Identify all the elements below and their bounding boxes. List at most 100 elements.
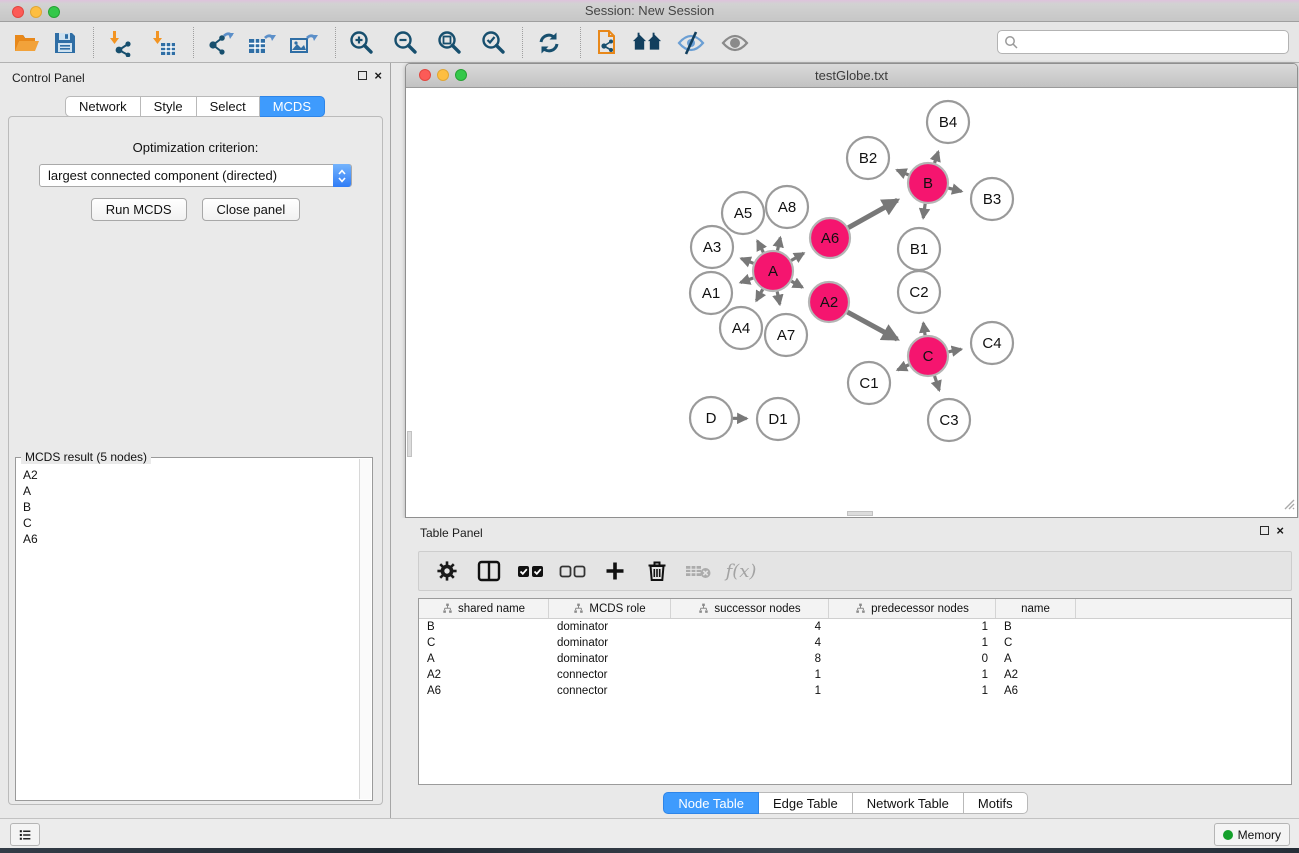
delete-table-icon[interactable] <box>685 560 713 582</box>
hide-graphics-details-icon[interactable] <box>676 29 706 57</box>
graph-edge-A-A5[interactable] <box>757 241 763 253</box>
graph-node-B2[interactable]: B2 <box>847 137 889 179</box>
unselect-all-columns-icon[interactable] <box>559 559 587 583</box>
graph-node-D1[interactable]: D1 <box>757 398 799 440</box>
graph-node-D[interactable]: D <box>690 397 732 439</box>
graph-edge-A-A1[interactable] <box>741 278 754 283</box>
float-panel-icon[interactable] <box>358 71 367 80</box>
graph-node-B4[interactable]: B4 <box>927 101 969 143</box>
export-table-icon[interactable] <box>247 29 277 57</box>
graph-node-C4[interactable]: C4 <box>971 322 1013 364</box>
zoom-selected-icon[interactable] <box>478 29 508 57</box>
table-cell[interactable]: A2 <box>996 667 1076 683</box>
graph-edge-A-A3[interactable] <box>741 258 753 263</box>
tab-network[interactable]: Network <box>65 96 141 117</box>
home-icon[interactable] <box>632 29 662 57</box>
table-cell[interactable]: 1 <box>829 683 996 699</box>
table-cell[interactable]: A <box>419 651 549 667</box>
tab-select[interactable]: Select <box>197 96 260 117</box>
graph-node-B3[interactable]: B3 <box>971 178 1013 220</box>
window-resize-grip[interactable] <box>1281 496 1295 515</box>
graph-edge-C-C4[interactable] <box>949 349 962 352</box>
result-item[interactable]: A <box>23 483 359 499</box>
export-image-icon[interactable] <box>289 29 319 57</box>
graph-edge-B-B4[interactable] <box>935 152 939 163</box>
memory-button[interactable]: Memory <box>1214 823 1290 846</box>
search-box[interactable] <box>997 30 1289 54</box>
graph-node-C1[interactable]: C1 <box>848 362 890 404</box>
table-cell[interactable]: connector <box>549 667 671 683</box>
result-list-scrollbar[interactable] <box>359 459 371 799</box>
result-item[interactable]: C <box>23 515 359 531</box>
graph-edge-A-A4[interactable] <box>756 289 762 300</box>
table-cell[interactable]: A2 <box>419 667 549 683</box>
table-settings-icon[interactable] <box>433 559 461 583</box>
table-row[interactable]: Adominator80A <box>419 651 1291 667</box>
graph-node-C3[interactable]: C3 <box>928 399 970 441</box>
search-input[interactable] <box>1022 32 1288 52</box>
optimization-criterion-select[interactable]: largest connected component (directed) <box>39 164 352 187</box>
export-network-icon[interactable] <box>205 29 235 57</box>
column-header-MCDS-role[interactable]: MCDS role <box>549 599 671 618</box>
table-cell[interactable]: A <box>996 651 1076 667</box>
table-cell[interactable]: 1 <box>671 667 829 683</box>
graph-node-C[interactable]: C <box>908 336 948 376</box>
table-row[interactable]: A6connector11A6 <box>419 683 1291 699</box>
tab-mcds[interactable]: MCDS <box>260 96 325 117</box>
new-network-from-selection-icon[interactable] <box>592 29 622 57</box>
close-panel-button[interactable]: Close panel <box>202 198 301 221</box>
table-cell[interactable]: C <box>996 635 1076 651</box>
graph-edge-A6-B[interactable] <box>848 200 897 228</box>
table-cell[interactable]: A6 <box>996 683 1076 699</box>
graph-node-A5[interactable]: A5 <box>722 192 764 234</box>
result-item[interactable]: A2 <box>23 467 359 483</box>
table-cell[interactable]: 1 <box>829 619 996 635</box>
graph-edge-C-C3[interactable] <box>935 376 940 390</box>
graph-edge-C-C1[interactable] <box>897 365 908 370</box>
graph-edge-A2-C[interactable] <box>847 312 897 339</box>
table-tab-motifs[interactable]: Motifs <box>964 792 1028 814</box>
table-tab-edge-table[interactable]: Edge Table <box>759 792 853 814</box>
table-cell[interactable]: 1 <box>829 635 996 651</box>
table-row[interactable]: Bdominator41B <box>419 619 1291 635</box>
open-session-icon[interactable] <box>12 29 42 57</box>
table-cell[interactable]: B <box>419 619 549 635</box>
graph-edge-B-B2[interactable] <box>897 170 909 175</box>
graph-edge-A-A6[interactable] <box>791 253 804 260</box>
table-row[interactable]: A2connector11A2 <box>419 667 1291 683</box>
table-cell[interactable]: 4 <box>671 635 829 651</box>
graph-edge-A-A8[interactable] <box>777 238 780 251</box>
graph-node-A1[interactable]: A1 <box>690 272 732 314</box>
graph-edge-B-B1[interactable] <box>923 204 925 218</box>
column-header-predecessor-nodes[interactable]: predecessor nodes <box>829 599 996 618</box>
float-table-panel-icon[interactable] <box>1260 526 1269 535</box>
task-history-button[interactable] <box>10 823 40 846</box>
graph-node-B[interactable]: B <box>908 163 948 203</box>
function-builder-icon[interactable]: f(x) <box>727 561 755 582</box>
table-cell[interactable]: 0 <box>829 651 996 667</box>
table-tab-network-table[interactable]: Network Table <box>853 792 964 814</box>
column-header-shared-name[interactable]: shared name <box>419 599 549 618</box>
table-cell[interactable]: A6 <box>419 683 549 699</box>
splitter-nub-horizontal[interactable] <box>847 511 873 516</box>
graph-node-A8[interactable]: A8 <box>766 186 808 228</box>
table-cell[interactable]: connector <box>549 683 671 699</box>
zoom-in-icon[interactable] <box>346 29 376 57</box>
delete-columns-icon[interactable] <box>643 559 671 583</box>
graph-edge-A-A7[interactable] <box>777 292 780 305</box>
graph-node-C2[interactable]: C2 <box>898 271 940 313</box>
table-cell[interactable]: B <box>996 619 1076 635</box>
select-all-columns-icon[interactable] <box>517 559 545 583</box>
column-header-name[interactable]: name <box>996 599 1076 618</box>
graph-node-A7[interactable]: A7 <box>765 314 807 356</box>
graph-edge-A-A2[interactable] <box>791 281 802 287</box>
table-cell[interactable]: 1 <box>671 683 829 699</box>
graph-node-A2[interactable]: A2 <box>809 282 849 322</box>
graph-node-A4[interactable]: A4 <box>720 307 762 349</box>
splitter-nub-vertical[interactable] <box>407 431 412 457</box>
table-cell[interactable]: dominator <box>549 651 671 667</box>
show-graphics-details-icon[interactable] <box>720 29 750 57</box>
result-item[interactable]: B <box>23 499 359 515</box>
show-columns-icon[interactable] <box>475 559 503 583</box>
table-cell[interactable]: 8 <box>671 651 829 667</box>
